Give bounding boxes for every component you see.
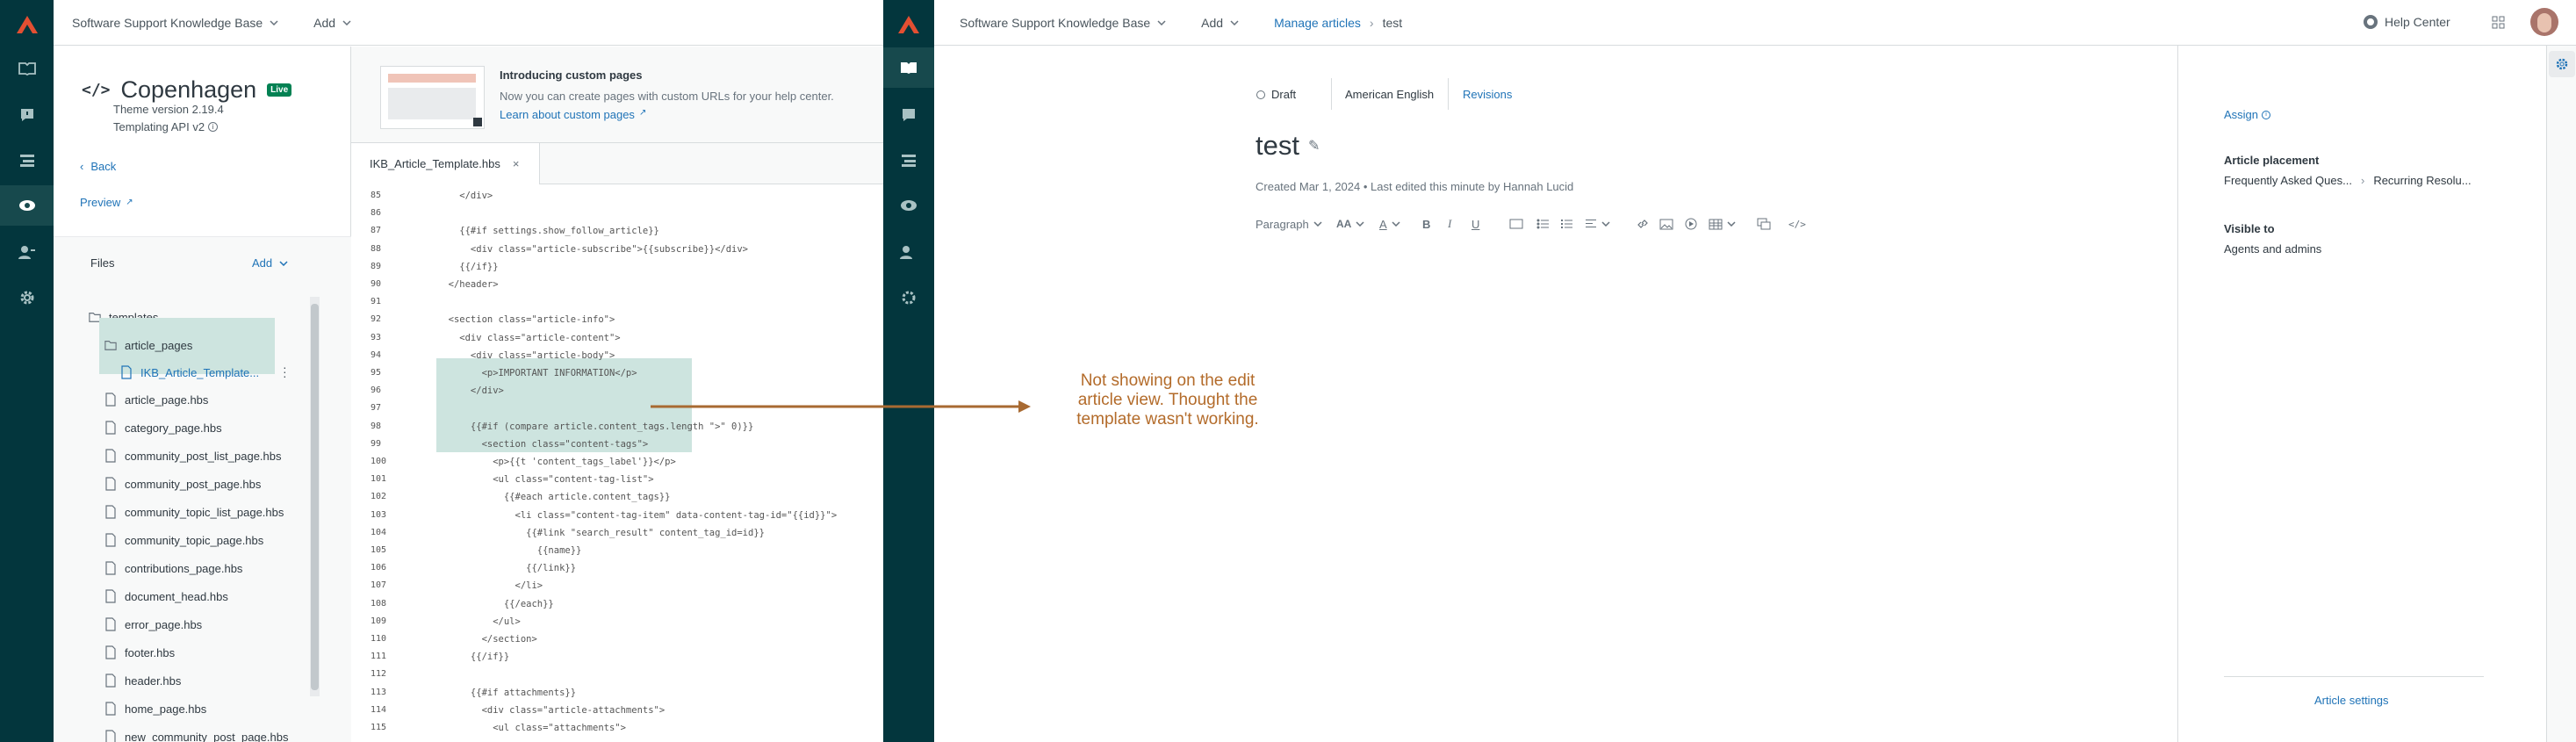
annotation-arrow: [651, 400, 1031, 413]
annotation-note: Not showing on the edit article view. Th…: [1076, 371, 1259, 429]
